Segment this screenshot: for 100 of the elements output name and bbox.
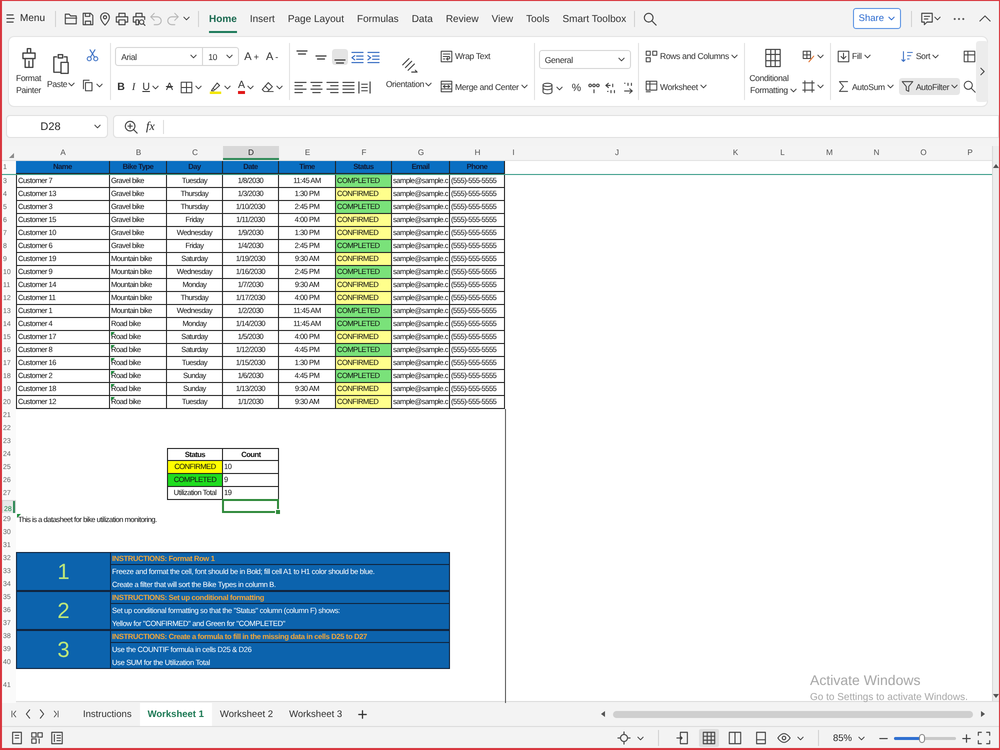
decrease-decimal-icon[interactable] [622, 82, 634, 94]
map-pin-icon[interactable] [98, 12, 112, 26]
align-left-icon[interactable] [294, 81, 307, 94]
number-format-field[interactable]: General [538, 50, 631, 70]
format-button[interactable] [800, 78, 826, 96]
column-header[interactable]: E [279, 146, 336, 160]
slider-thumb[interactable] [918, 734, 925, 742]
view-button[interactable] [698, 729, 719, 747]
column-header[interactable]: C [167, 146, 223, 160]
search-icon[interactable] [643, 12, 658, 26]
print-preview-icon[interactable] [132, 12, 146, 26]
sheet-tab[interactable]: Worksheet 3 [281, 702, 350, 726]
table-icon[interactable] [963, 50, 976, 63]
format-painter-button[interactable]: Format Painter [14, 41, 44, 102]
column-header[interactable]: I [505, 146, 522, 160]
sort-button[interactable]: Sort [898, 48, 942, 65]
decrease-indent-icon[interactable] [350, 50, 364, 64]
function-button[interactable]: fx [146, 119, 155, 134]
ribbon-tab[interactable]: Insert [250, 4, 275, 32]
zoom-slider[interactable] [894, 736, 956, 740]
font-name-field[interactable]: Arial [115, 47, 204, 66]
ribbon-tab[interactable]: Review [446, 4, 479, 32]
orientation-button[interactable]: Orientation [382, 41, 435, 102]
worksheet-button[interactable]: Worksheet [643, 78, 709, 96]
align-right-icon[interactable] [326, 81, 339, 94]
column-header[interactable]: L [759, 146, 806, 160]
sheet-tab[interactable]: Worksheet 2 [212, 702, 282, 726]
column-header[interactable]: J [522, 146, 712, 160]
percent-button[interactable]: % [570, 82, 584, 94]
sheet-tab[interactable]: Worksheet 1 [140, 702, 212, 726]
horizontal-scrollbar[interactable] [613, 710, 973, 718]
ribbon-tab[interactable]: Smart Toolbox [562, 4, 626, 32]
column-header[interactable]: D [223, 146, 279, 160]
caret-icon[interactable] [796, 736, 804, 740]
scissors-icon[interactable] [86, 48, 99, 62]
rows-and-columns-button[interactable]: Rows and Columns [643, 48, 740, 65]
column-header[interactable]: O [900, 146, 947, 160]
name-box[interactable]: D28 [6, 115, 108, 138]
cell-style-button[interactable] [800, 48, 826, 65]
borders-button[interactable] [178, 78, 204, 96]
scroll-left-icon[interactable] [601, 711, 605, 717]
ribbon-tab[interactable]: Tools [526, 4, 550, 32]
caret-icon[interactable] [934, 16, 941, 21]
comment-icon[interactable] [920, 12, 934, 26]
share-button[interactable]: Share [852, 8, 901, 29]
paste-button[interactable]: Paste [47, 41, 76, 102]
column-header[interactable]: P [947, 146, 993, 160]
zoom-in-icon[interactable] [124, 120, 138, 134]
layout-icon[interactable] [30, 731, 44, 745]
column-header[interactable]: A [16, 146, 110, 160]
column-header[interactable]: N [853, 146, 900, 160]
sheet-tab[interactable]: Instructions [75, 702, 140, 726]
active-cell[interactable] [222, 499, 279, 513]
italic-button[interactable]: I [130, 82, 138, 93]
add-sheet-icon[interactable] [358, 710, 368, 718]
save-icon[interactable] [81, 12, 96, 26]
chevron-up-icon[interactable] [979, 15, 991, 22]
search-icon[interactable] [963, 80, 976, 94]
font-size-field[interactable]: 10 [203, 47, 240, 66]
vertical-scrollbar[interactable] [992, 146, 999, 701]
chevron-left-icon[interactable] [25, 709, 31, 719]
column-header[interactable]: B [110, 146, 167, 160]
ribbon-tab[interactable]: View [492, 4, 514, 32]
plus-icon[interactable] [962, 734, 971, 742]
column-header[interactable]: F [336, 146, 392, 160]
caret-icon[interactable] [183, 16, 190, 21]
underline-button[interactable]: U [140, 81, 161, 94]
scroll-right-icon[interactable] [981, 711, 985, 717]
column-header[interactable]: M [806, 146, 853, 160]
panel-icon[interactable] [50, 731, 64, 745]
scroll-down-icon[interactable] [993, 694, 999, 698]
chevron-bar-left-icon[interactable] [11, 709, 17, 719]
more-icon[interactable] [953, 16, 965, 20]
caret-icon[interactable] [636, 736, 644, 740]
zoom-level-button[interactable]: 85% [832, 732, 865, 744]
align-center-icon[interactable] [310, 81, 323, 94]
folder-icon[interactable] [64, 12, 78, 26]
autosum-button[interactable]: AutoSum [834, 78, 896, 96]
ribbon-tab[interactable]: Home [209, 4, 237, 32]
fill-handle-icon[interactable] [275, 509, 281, 515]
chevron-right-icon[interactable] [39, 709, 45, 719]
strikethrough-button[interactable]: A [164, 81, 175, 94]
font-color-button[interactable]: A [236, 80, 256, 94]
ribbon-tab[interactable]: Data [412, 4, 433, 32]
scroll-up-icon[interactable] [993, 164, 999, 168]
wrap-text-button[interactable]: Wrap Text [438, 48, 492, 65]
ribbon-tab[interactable]: Page Layout [288, 4, 344, 32]
justify-icon[interactable] [342, 81, 355, 94]
fill-button[interactable]: Fill [834, 48, 873, 65]
bold-button[interactable]: B [115, 81, 127, 94]
crosshair-icon[interactable] [616, 731, 631, 745]
distributed-icon[interactable] [358, 81, 371, 94]
thousands-separator-icon[interactable] [588, 82, 600, 94]
increase-decimal-icon[interactable] [605, 82, 618, 94]
conditional-formatting-button[interactable]: Conditional Formatting [748, 41, 797, 102]
column-header[interactable]: G [392, 146, 450, 160]
eye-icon[interactable] [776, 731, 791, 745]
align-bottom-button[interactable] [332, 49, 348, 65]
merge-and-center-button[interactable]: Merge and Center [438, 78, 530, 96]
sheet-icon[interactable] [10, 731, 24, 745]
